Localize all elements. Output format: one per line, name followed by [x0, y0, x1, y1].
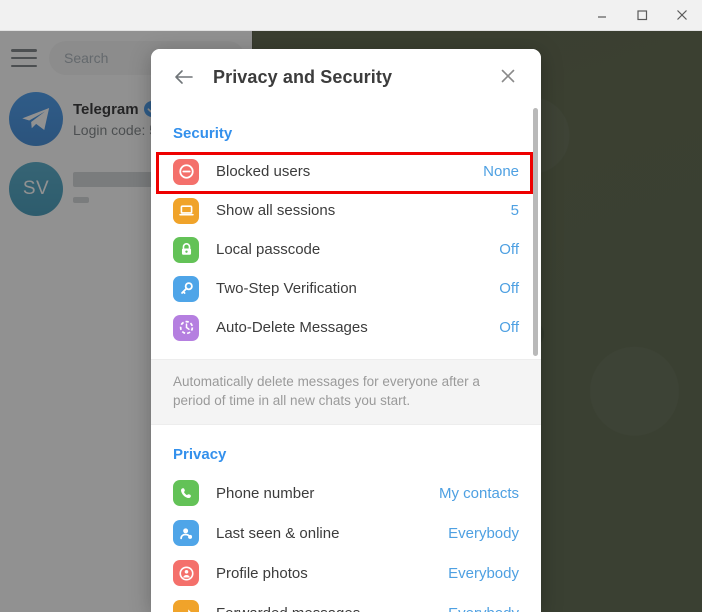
settings-row-label: Profile photos	[216, 564, 308, 582]
back-button[interactable]	[164, 57, 204, 97]
window-minimize-button[interactable]	[582, 0, 622, 30]
settings-row-label: Phone number	[216, 484, 315, 502]
page-title: Privacy and Security	[213, 66, 393, 87]
window-close-button[interactable]	[662, 0, 702, 30]
dialog-header: Privacy and Security	[151, 49, 541, 105]
settings-row-forwarded-messages[interactable]: Forwarded messages Everybody	[151, 593, 541, 612]
auto-delete-clock-icon	[173, 314, 199, 341]
settings-row-label: Two-Step Verification	[216, 280, 357, 297]
lock-icon	[173, 236, 199, 263]
settings-row-value: Everybody	[448, 564, 519, 582]
section-heading-security: Security	[173, 125, 233, 142]
arrow-left-icon	[175, 70, 193, 84]
window-titlebar	[0, 0, 702, 31]
window-maximize-button[interactable]	[622, 0, 662, 30]
privacy-and-security-dialog: Privacy and Security Security Blocked us…	[151, 49, 541, 612]
close-icon	[501, 69, 515, 83]
settings-row-value: Off	[499, 319, 519, 336]
settings-row-label: Auto-Delete Messages	[216, 319, 368, 336]
settings-row-value: Everybody	[448, 605, 519, 612]
settings-row-label: Local passcode	[216, 241, 321, 258]
dialog-scroll-body: Security Blocked users None Show all ses…	[151, 105, 541, 612]
phone-icon	[173, 480, 199, 506]
settings-row-label: Forwarded messages	[216, 605, 448, 612]
section-heading-privacy: Privacy	[173, 446, 227, 463]
person-online-icon	[173, 520, 199, 546]
auto-delete-hint-text: Automatically delete messages for everyo…	[151, 359, 541, 425]
settings-row-label: Blocked users	[216, 163, 311, 180]
settings-row-auto-delete-messages[interactable]: Auto-Delete Messages Off	[151, 308, 541, 347]
settings-row-label: Show all sessions	[216, 202, 336, 219]
settings-row-label: Last seen & online	[216, 524, 340, 542]
settings-row-value: 5	[510, 202, 519, 219]
settings-row-blocked-users[interactable]: Blocked users None	[151, 152, 541, 191]
close-button[interactable]	[489, 57, 527, 95]
blocked-user-icon	[173, 158, 199, 185]
settings-row-value: Off	[499, 241, 519, 258]
settings-row-last-seen-online[interactable]: Last seen & online Everybody	[151, 513, 541, 553]
settings-row-phone-number[interactable]: Phone number My contacts	[151, 473, 541, 513]
settings-row-value: My contacts	[438, 484, 519, 502]
laptop-icon	[173, 197, 199, 224]
settings-row-value: Off	[499, 280, 519, 297]
settings-row-two-step-verification[interactable]: Two-Step Verification Off	[151, 269, 541, 308]
settings-row-show-all-sessions[interactable]: Show all sessions 5	[151, 191, 541, 230]
settings-row-profile-photos[interactable]: Profile photos Everybody	[151, 553, 541, 593]
settings-row-local-passcode[interactable]: Local passcode Off	[151, 230, 541, 269]
settings-row-value: Everybody	[448, 524, 519, 542]
key-icon	[173, 275, 199, 302]
forward-arrow-icon	[173, 600, 199, 612]
scrollbar-thumb[interactable]	[533, 108, 538, 356]
profile-photo-icon	[173, 560, 199, 586]
app-root: Search Telegram Login c	[0, 0, 702, 612]
dialog-scrollbar[interactable]	[531, 105, 541, 612]
settings-row-value: None	[483, 163, 519, 180]
